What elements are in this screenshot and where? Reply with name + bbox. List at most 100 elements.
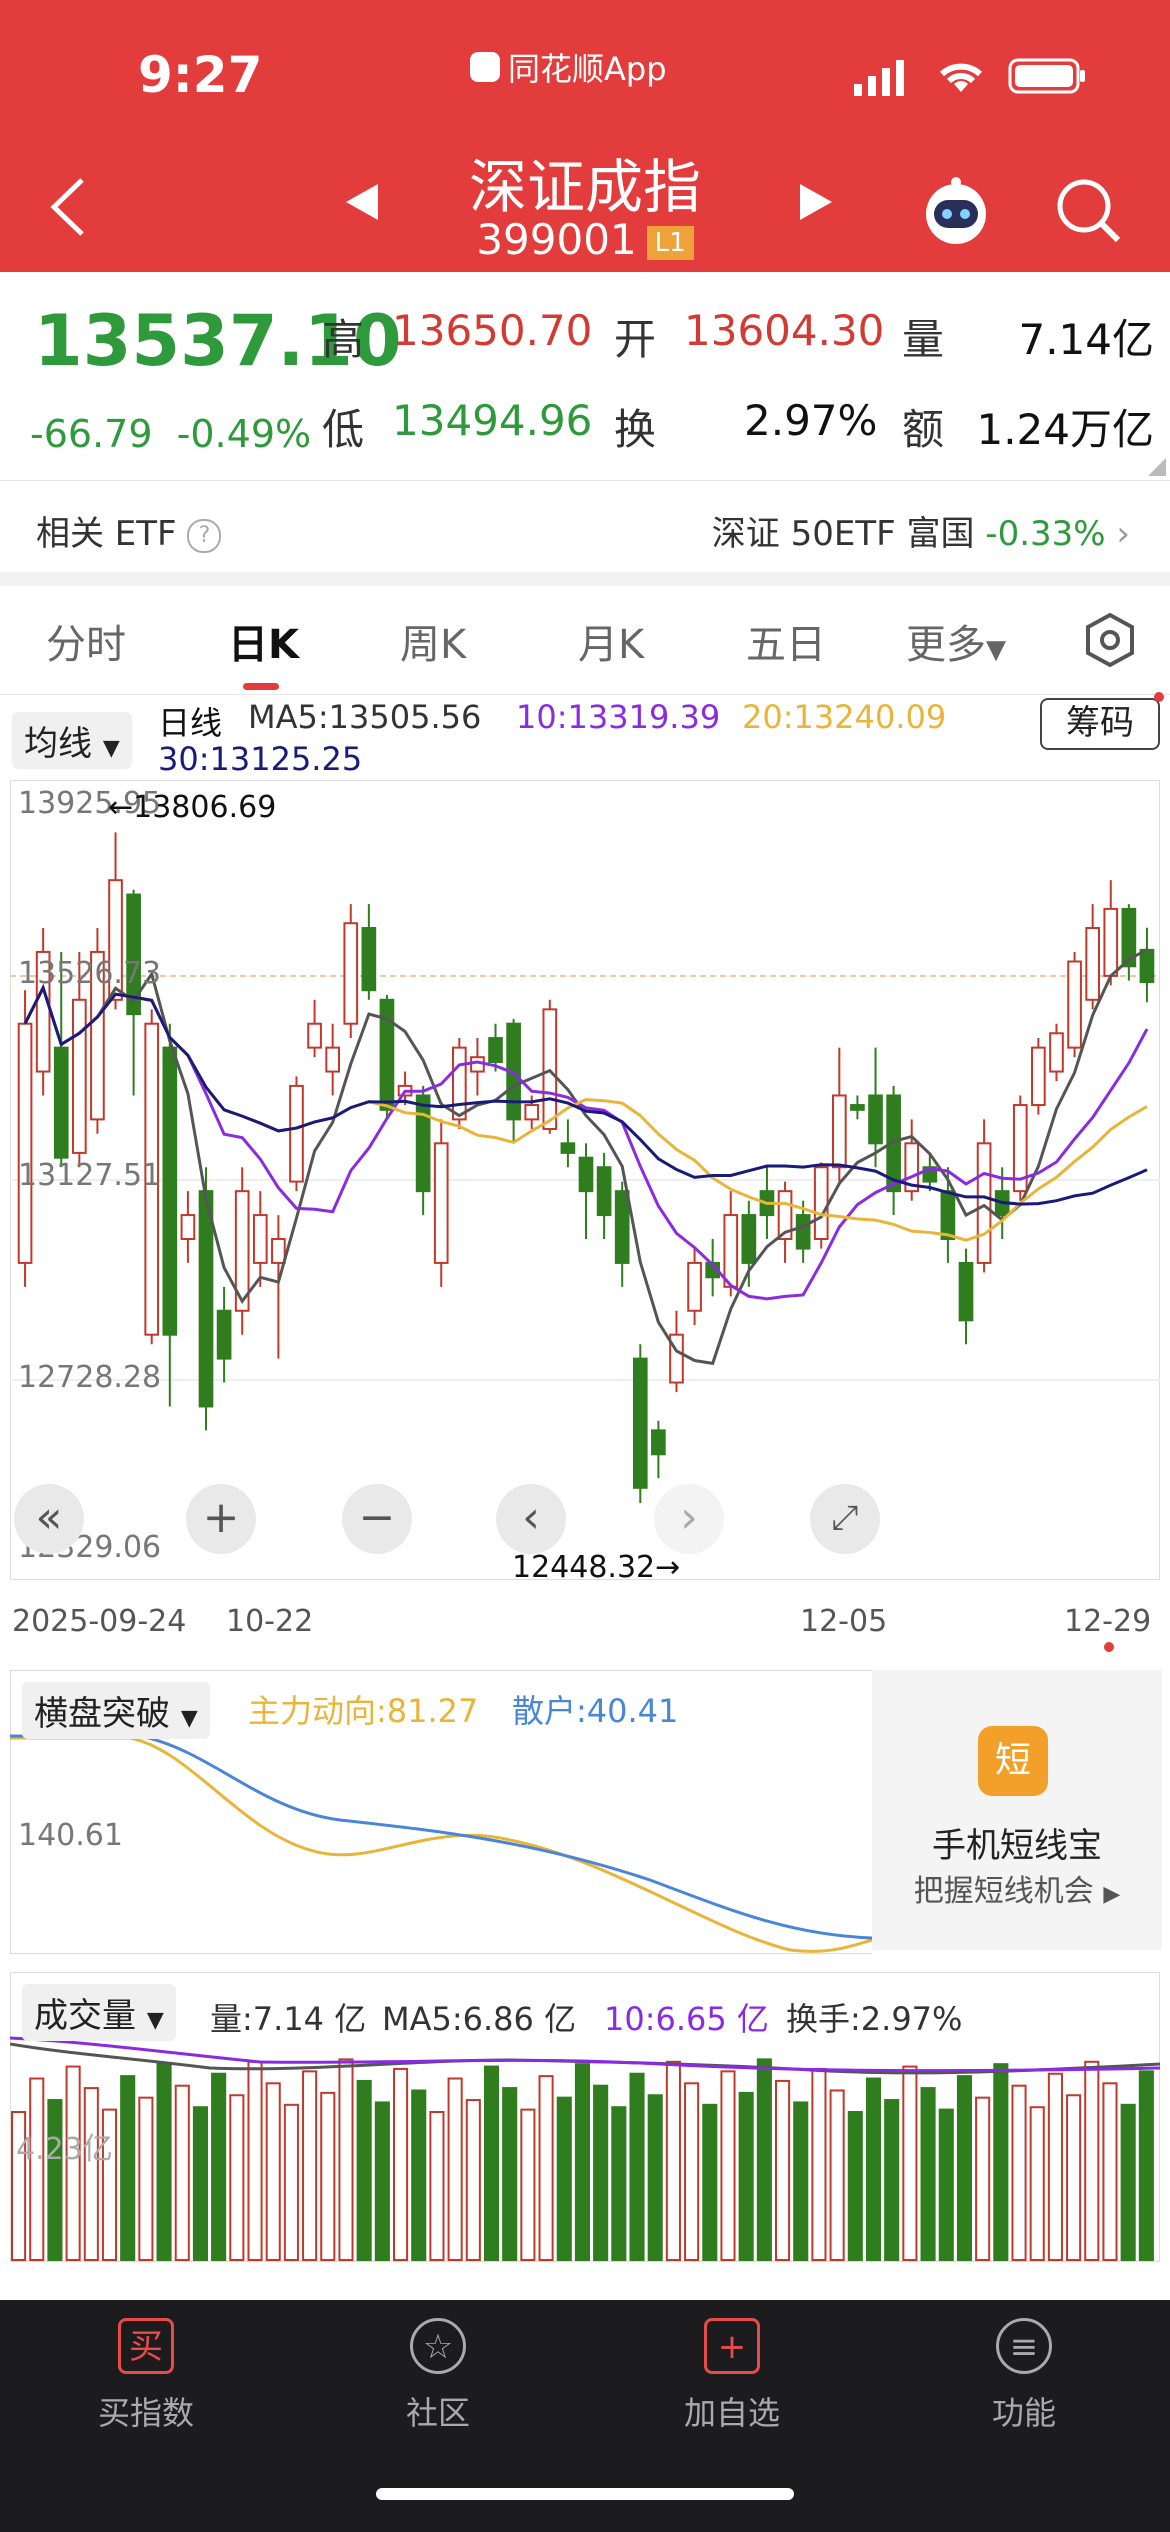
- section-gap: [0, 572, 1170, 586]
- max-price-marker: ←13806.69: [108, 790, 277, 825]
- candle: [958, 1261, 974, 1322]
- etf-label-group: 相关 ETF ?: [36, 506, 222, 555]
- volume-bar: [338, 2058, 354, 2261]
- scroll-left-button[interactable]: ‹: [496, 1484, 566, 1554]
- tab-weekly-k[interactable]: 周K: [400, 612, 466, 670]
- etf-info[interactable]: 深证 50ETF 富国 -0.33% ›: [712, 506, 1130, 555]
- volume-bar: [283, 2103, 299, 2261]
- nav-add-watchlist[interactable]: + 加自选: [632, 2318, 832, 2434]
- volume-bar: [1102, 2082, 1118, 2261]
- volume-turnover: 换手:2.97%: [786, 2000, 963, 2038]
- volume-bar: [920, 2087, 936, 2261]
- nav-label: 买指数: [97, 2394, 194, 2432]
- volume-bar: [684, 2082, 700, 2261]
- kline-chart[interactable]: [10, 780, 1160, 1580]
- tab-monthly-k[interactable]: 月K: [578, 612, 644, 670]
- volume-indicator-button[interactable]: 成交量 ▼: [22, 1984, 176, 2041]
- tab-intraday[interactable]: 分时: [46, 612, 126, 670]
- fullscreen-button[interactable]: ⤢: [810, 1484, 880, 1554]
- volume-bar: [756, 2058, 772, 2261]
- volume-bar: [847, 2111, 863, 2261]
- main-force-value: 主力动向:81.27: [248, 1692, 479, 1730]
- tab-daily-k[interactable]: 日K: [228, 612, 299, 670]
- zoom-out-button[interactable]: −: [342, 1484, 412, 1554]
- volume-bar: [1047, 2072, 1063, 2261]
- candle: [72, 998, 87, 1154]
- volume-bar: [975, 2096, 991, 2261]
- stock-code-text: 399001: [476, 215, 637, 264]
- volume-bar: [265, 2082, 281, 2261]
- candle: [832, 1094, 847, 1169]
- candle: [687, 1261, 702, 1312]
- nav-functions[interactable]: ≡ 功能: [924, 2318, 1124, 2434]
- volume-bar: [229, 2094, 245, 2262]
- etf-label: 相关 ETF: [36, 514, 177, 554]
- ma-indicator-button[interactable]: 均线 ▼: [12, 712, 132, 769]
- nav-buy-index[interactable]: 买 买指数: [46, 2318, 246, 2434]
- candle: [813, 1166, 829, 1241]
- volume-bar: [702, 2103, 718, 2261]
- candle: [524, 1104, 540, 1121]
- ma5-value: MA5:13505.56: [248, 698, 482, 736]
- volume-bar: [538, 2075, 554, 2261]
- promo-title: 手机短线宝: [932, 1826, 1102, 1866]
- volume-chart[interactable]: [10, 1972, 1160, 2262]
- candle: [252, 1214, 268, 1264]
- zoom-in-button[interactable]: +: [186, 1484, 256, 1554]
- scroll-right-button[interactable]: ›: [654, 1484, 724, 1554]
- scroll-start-button[interactable]: «: [14, 1484, 84, 1554]
- tab-five-day[interactable]: 五日: [746, 612, 826, 670]
- nav-label: 加自选: [683, 2394, 780, 2432]
- y-axis-label: 13526.73: [18, 956, 162, 991]
- search-icon[interactable]: [1054, 176, 1124, 246]
- candle: [325, 1046, 341, 1073]
- volume-bar: [1066, 2094, 1082, 2262]
- candle: [1031, 1046, 1046, 1107]
- chevron-right-icon: ›: [1116, 514, 1130, 554]
- candle: [198, 1190, 214, 1408]
- promo-subtitle: 把握短线机会 ▶: [872, 1866, 1162, 1910]
- robot-assistant-icon[interactable]: [916, 174, 996, 246]
- promo-card[interactable]: 短 手机短线宝 把握短线机会 ▶: [872, 1670, 1162, 1950]
- volume-bar: [884, 2099, 900, 2261]
- expand-corner-icon[interactable]: [1148, 458, 1166, 476]
- volume-bar: [520, 2108, 536, 2261]
- volume-bar: [411, 2089, 427, 2262]
- open-value: 13604.30: [684, 306, 885, 355]
- etf-name: 深证 50ETF 富国: [711, 514, 975, 554]
- nav-community[interactable]: ☆ 社区: [338, 2318, 538, 2434]
- candle: [632, 1357, 648, 1489]
- settings-gear-icon[interactable]: [1082, 612, 1138, 668]
- header-bar: 9:27 同花顺App 深证成指 399001 L1: [0, 0, 1170, 272]
- next-stock-icon[interactable]: [796, 180, 836, 224]
- menu-icon: ≡: [996, 2318, 1052, 2374]
- y-axis-label: 12728.28: [18, 1360, 162, 1395]
- tab-more[interactable]: 更多▼: [906, 612, 1006, 670]
- tab-more-label: 更多: [906, 622, 986, 668]
- candle: [271, 1238, 286, 1264]
- status-app-label: 同花顺App: [508, 50, 667, 88]
- help-icon[interactable]: ?: [187, 518, 222, 553]
- change-value: -66.79: [30, 412, 153, 456]
- nav-label: 社区: [405, 2394, 470, 2432]
- volume-bar: [120, 2075, 136, 2261]
- home-indicator[interactable]: [376, 2488, 794, 2500]
- chip-distribution-button[interactable]: 筹码: [1040, 698, 1160, 750]
- flow-indicator-button[interactable]: 横盘突破 ▼: [22, 1682, 210, 1739]
- volume-ma5: MA5:6.86 亿: [382, 2000, 577, 2038]
- volume-bar: [720, 2070, 736, 2261]
- related-etf-row[interactable]: 相关 ETF ? 深证 50ETF 富国 -0.33% ›: [0, 480, 1170, 570]
- candle: [488, 1037, 503, 1063]
- candle: [614, 1190, 630, 1264]
- candle: [180, 1214, 196, 1241]
- volume-bar: [611, 2106, 627, 2261]
- volume-bar: [1084, 2060, 1100, 2261]
- volume-bar: [738, 2091, 754, 2261]
- candle: [976, 1142, 992, 1264]
- status-app-name: 同花顺App: [470, 44, 667, 90]
- candle: [1049, 1032, 1064, 1073]
- volume-bar: [1029, 2106, 1045, 2261]
- turnover-value: 2.97%: [744, 396, 878, 445]
- volume-bar: [502, 2087, 518, 2261]
- candle: [868, 1094, 883, 1145]
